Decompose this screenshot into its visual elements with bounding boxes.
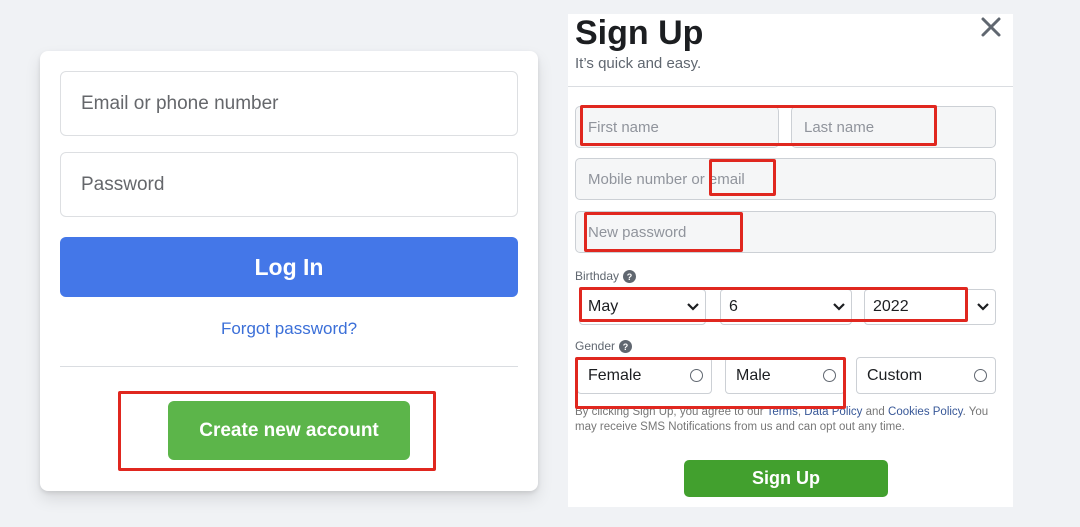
gender-option-female[interactable]: Female bbox=[577, 357, 712, 394]
month-value: May bbox=[588, 298, 619, 315]
svg-text:?: ? bbox=[623, 342, 629, 352]
chevron-down-icon bbox=[833, 303, 845, 311]
signup-title: Sign Up bbox=[575, 14, 704, 52]
birthday-label: Birthday ? bbox=[575, 269, 637, 283]
signup-subtitle: It’s quick and easy. bbox=[575, 55, 702, 72]
mobile-or-email-field[interactable]: Mobile number or email bbox=[575, 158, 996, 200]
gender-option-label: Custom bbox=[867, 366, 923, 384]
close-icon[interactable] bbox=[980, 16, 1002, 38]
terms-text: By clicking Sign Up, you agree to our Te… bbox=[575, 405, 1005, 435]
email-input[interactable] bbox=[60, 71, 518, 136]
radio-button[interactable] bbox=[974, 369, 987, 382]
divider bbox=[60, 366, 518, 367]
terms-link[interactable]: Terms bbox=[767, 406, 798, 418]
help-icon[interactable]: ? bbox=[623, 269, 637, 283]
gender-option-label: Female bbox=[588, 366, 642, 384]
login-button[interactable]: Log In bbox=[60, 237, 518, 297]
birthday-year-select[interactable]: 2022 bbox=[864, 289, 996, 325]
last-name-placeholder: Last name bbox=[804, 118, 875, 136]
gender-option-label: Male bbox=[736, 366, 771, 384]
radio-button[interactable] bbox=[823, 369, 836, 382]
last-name-field[interactable]: Last name bbox=[791, 106, 996, 148]
new-password-field[interactable]: New password bbox=[575, 211, 996, 253]
day-value: 6 bbox=[729, 298, 738, 315]
gender-option-male[interactable]: Male bbox=[725, 357, 845, 394]
first-name-field[interactable]: First name bbox=[575, 106, 779, 148]
cookies-policy-link[interactable]: Cookies Policy bbox=[888, 406, 963, 418]
terms-part1: By clicking Sign Up, you agree to our bbox=[575, 406, 767, 418]
signup-submit-button[interactable]: Sign Up bbox=[684, 460, 888, 497]
terms-part2: and bbox=[862, 406, 889, 418]
mobile-or-email-placeholder: Mobile number or email bbox=[588, 170, 745, 188]
gender-label: Gender ? bbox=[575, 339, 633, 353]
birthday-label-text: Birthday bbox=[575, 269, 620, 283]
first-name-placeholder: First name bbox=[588, 118, 659, 136]
gender-option-custom[interactable]: Custom bbox=[856, 357, 996, 394]
year-value: 2022 bbox=[873, 298, 909, 315]
forgot-password-link[interactable]: Forgot password? bbox=[40, 319, 538, 339]
signup-panel: Sign Up It’s quick and easy. First name … bbox=[568, 14, 1013, 507]
radio-button[interactable] bbox=[690, 369, 703, 382]
password-input[interactable] bbox=[60, 152, 518, 217]
svg-text:?: ? bbox=[627, 272, 633, 282]
data-policy-link[interactable]: Data Policy bbox=[804, 406, 862, 418]
divider bbox=[568, 86, 1013, 87]
gender-label-text: Gender bbox=[575, 339, 616, 353]
birthday-day-select[interactable]: 6 bbox=[720, 289, 852, 325]
help-icon[interactable]: ? bbox=[619, 339, 633, 353]
chevron-down-icon bbox=[977, 303, 989, 311]
birthday-month-select[interactable]: May bbox=[579, 289, 706, 325]
new-password-placeholder: New password bbox=[588, 223, 687, 241]
chevron-down-icon bbox=[687, 303, 699, 311]
login-card: Log In Forgot password? Create new accou… bbox=[40, 51, 538, 491]
create-account-button[interactable]: Create new account bbox=[168, 401, 410, 460]
